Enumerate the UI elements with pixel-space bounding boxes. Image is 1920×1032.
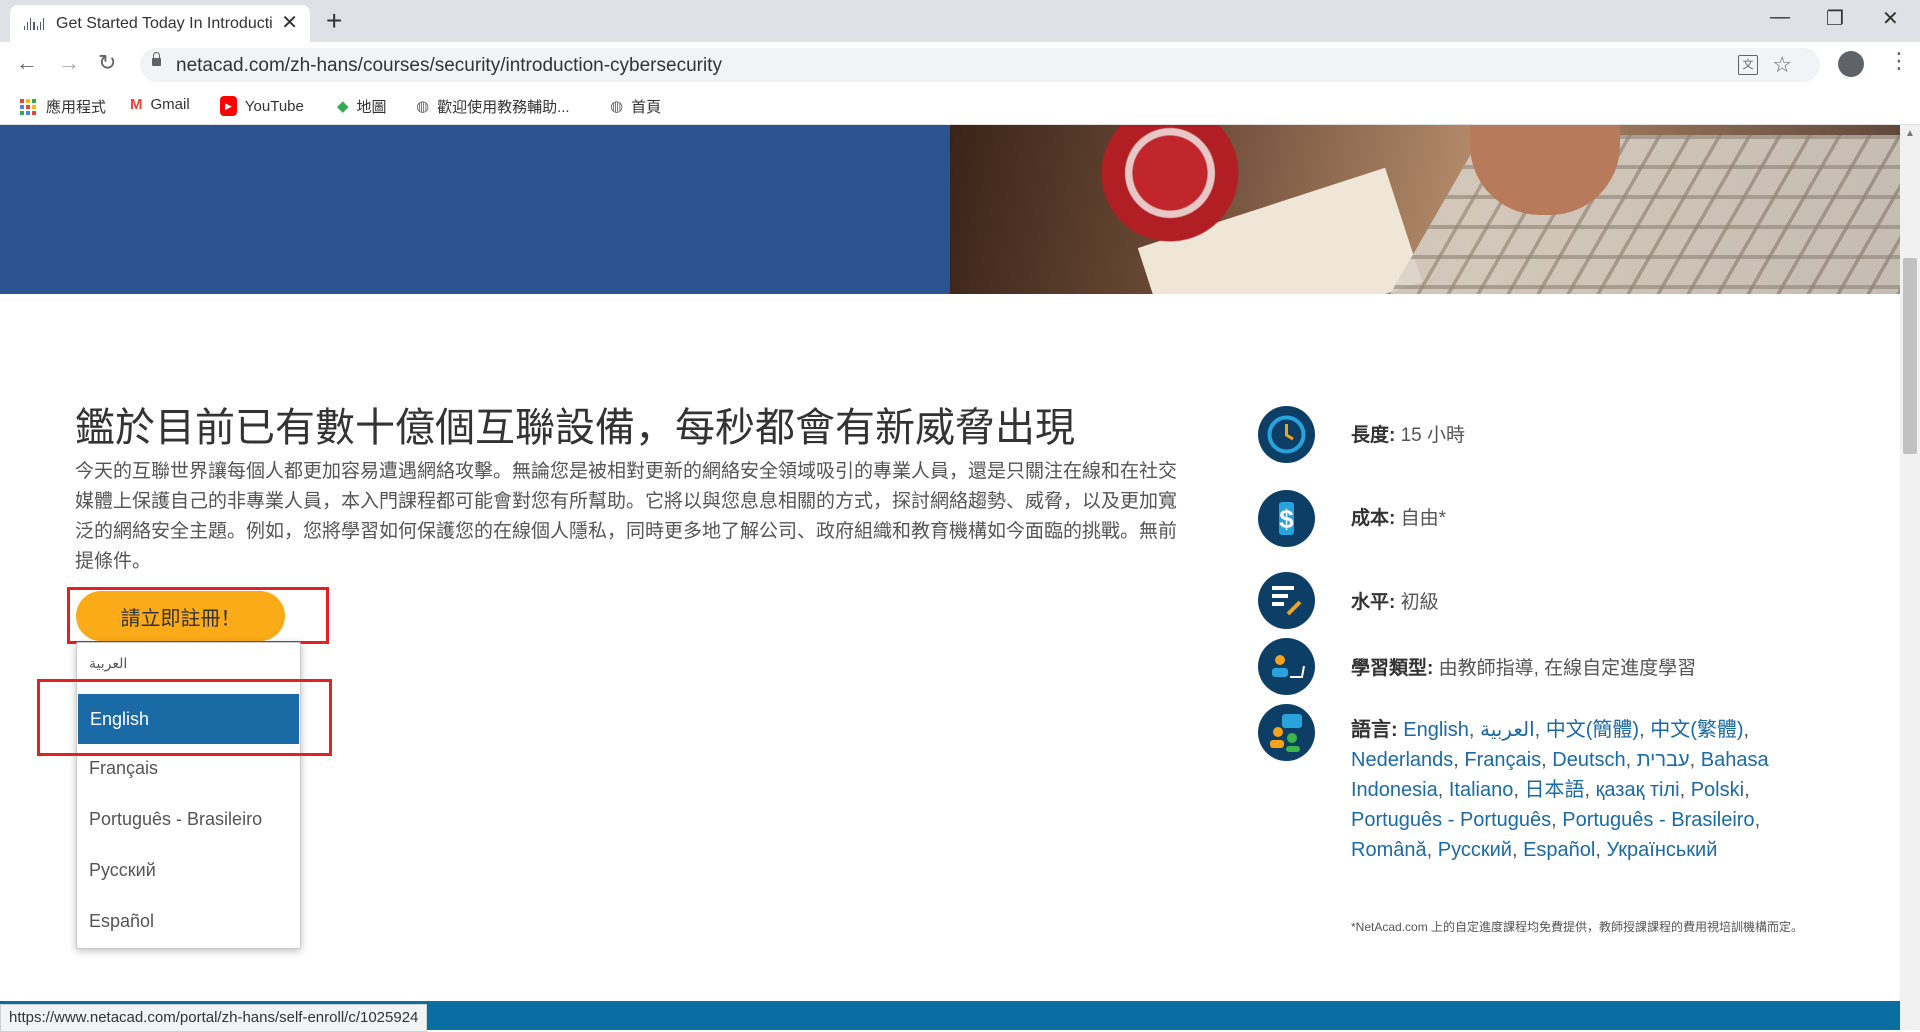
back-icon[interactable]: ← bbox=[16, 52, 38, 74]
language-link[interactable]: қазақ тілі bbox=[1596, 779, 1680, 801]
language-option[interactable]: Русский bbox=[77, 860, 300, 881]
apps-grid-icon bbox=[20, 98, 36, 115]
youtube-icon: ▶ bbox=[220, 96, 237, 116]
profile-avatar-icon[interactable] bbox=[1838, 51, 1864, 77]
course-description: 今天的互聯世界讓每個人都更加容易遭遇網絡攻擊。無論您是被相對更新的網絡安全領域吸… bbox=[75, 461, 1178, 572]
toolbar: ← → ↻ netacad.com/zh-hans/courses/securi… bbox=[0, 42, 1920, 86]
language-option[interactable]: Español bbox=[77, 911, 300, 932]
globe-icon: ◍ bbox=[416, 97, 430, 115]
level-label: 水平: bbox=[1351, 592, 1396, 613]
lock-icon bbox=[152, 52, 161, 66]
scrollbar-thumb[interactable] bbox=[1903, 258, 1917, 454]
language-link[interactable]: עברית bbox=[1637, 749, 1690, 771]
maximize-icon[interactable]: ❐ bbox=[1826, 6, 1844, 31]
cost-value: 自由* bbox=[1400, 508, 1447, 529]
language-link[interactable]: Português - Brasileiro bbox=[1562, 809, 1754, 831]
clock-icon bbox=[1258, 406, 1315, 463]
language-link[interactable]: 中文(繁體) bbox=[1650, 719, 1743, 741]
language-link[interactable]: Український bbox=[1606, 839, 1717, 861]
level-value: 初級 bbox=[1400, 592, 1439, 613]
bookmark-label: 首頁 bbox=[631, 99, 662, 116]
bookmark-star-icon[interactable]: ☆ bbox=[1772, 52, 1792, 78]
reload-icon[interactable]: ↻ bbox=[98, 52, 116, 74]
length-label: 長度: bbox=[1351, 425, 1396, 446]
language-link[interactable]: 中文(簡體) bbox=[1546, 719, 1639, 741]
bookmark-youtube[interactable]: ▶ YouTube bbox=[220, 96, 304, 116]
tab-strip: Get Started Today In Introducti ✕ + — ❐ … bbox=[0, 0, 1920, 42]
language-link[interactable]: Español bbox=[1523, 839, 1595, 861]
language-link[interactable]: Polski bbox=[1691, 779, 1744, 801]
bookmark-gmail[interactable]: M Gmail bbox=[130, 96, 190, 113]
close-window-icon[interactable]: ✕ bbox=[1882, 6, 1899, 31]
language-link[interactable]: Nederlands bbox=[1351, 749, 1453, 771]
cost-row: 成本: 自由* bbox=[1351, 503, 1446, 530]
bookmark-apps[interactable]: 應用程式 bbox=[20, 96, 106, 117]
languages-list: 語言: English, العربية, 中文(簡體), 中文(繁體), Ne… bbox=[1351, 719, 1769, 861]
status-url: https://www.netacad.com/portal/zh-hans/s… bbox=[0, 1004, 428, 1032]
language-option[interactable]: Français bbox=[77, 758, 300, 779]
language-link[interactable]: Română bbox=[1351, 839, 1427, 861]
language-option[interactable]: Português - Brasileiro bbox=[77, 809, 300, 830]
language-link[interactable]: Português - Português bbox=[1351, 809, 1551, 831]
language-link[interactable]: English bbox=[1403, 719, 1469, 741]
close-tab-icon[interactable]: ✕ bbox=[281, 13, 298, 33]
type-label: 學習類型: bbox=[1351, 658, 1434, 679]
cisco-icon bbox=[24, 17, 44, 30]
language-link[interactable]: العربية bbox=[1480, 719, 1535, 741]
new-tab-icon[interactable]: + bbox=[326, 7, 342, 35]
globe-icon: ◍ bbox=[610, 97, 624, 115]
language-link[interactable]: Русский bbox=[1438, 839, 1512, 861]
language-link[interactable]: 日本語 bbox=[1525, 779, 1585, 801]
bookmark-label: 應用程式 bbox=[46, 99, 107, 116]
forward-icon[interactable]: → bbox=[58, 52, 80, 74]
languages-label: 語言: bbox=[1351, 719, 1398, 741]
length-value: 15 小時 bbox=[1400, 425, 1466, 446]
bookmark-label: 歡迎使用教務輔助... bbox=[437, 99, 570, 116]
svg-text:$: $ bbox=[1279, 504, 1294, 534]
hero-banner bbox=[0, 125, 950, 294]
page-title: 鑑於目前已有數十億個互聯設備，每秒都會有新威脅出現 bbox=[75, 406, 1075, 450]
bookmarks-bar: 應用程式 M Gmail ▶ YouTube ◆ 地圖 ◍ 歡迎使用教務輔助..… bbox=[0, 86, 1920, 125]
browser-tab[interactable]: Get Started Today In Introducti ✕ bbox=[10, 5, 310, 42]
learning-type-icon bbox=[1258, 638, 1315, 695]
tab-title: Get Started Today In Introducti bbox=[56, 14, 273, 32]
address-bar[interactable]: netacad.com/zh-hans/courses/security/int… bbox=[140, 48, 1820, 82]
language-icon bbox=[1258, 704, 1315, 761]
language-link[interactable]: Français bbox=[1464, 749, 1541, 771]
bookmark-label: YouTube bbox=[244, 97, 304, 115]
register-button[interactable]: 請立即註冊！ bbox=[76, 591, 285, 641]
bookmark-home[interactable]: ◍ 首頁 bbox=[610, 96, 661, 117]
bookmark-label: 地圖 bbox=[356, 99, 387, 116]
bookmark-maps[interactable]: ◆ 地圖 bbox=[337, 96, 387, 117]
minimize-icon[interactable]: — bbox=[1770, 6, 1790, 29]
translate-icon[interactable]: 文 bbox=[1738, 55, 1758, 75]
type-value: 由教師指導, 在線自定進度學習 bbox=[1438, 658, 1697, 679]
url-text: netacad.com/zh-hans/courses/security/int… bbox=[176, 55, 722, 76]
length-row: 長度: 15 小時 bbox=[1351, 420, 1465, 447]
scroll-up-icon[interactable]: ▲ bbox=[1905, 128, 1915, 139]
language-link[interactable]: Deutsch bbox=[1552, 749, 1625, 771]
bookmark-label: Gmail bbox=[150, 96, 190, 113]
language-link[interactable]: Italiano bbox=[1449, 779, 1514, 801]
level-row: 水平: 初級 bbox=[1351, 587, 1439, 614]
level-icon bbox=[1258, 572, 1315, 629]
menu-kebab-icon[interactable]: ⋮ bbox=[1888, 50, 1910, 72]
cost-label: 成本: bbox=[1351, 508, 1396, 529]
language-dropdown[interactable]: العربية English Français Português - Bra… bbox=[76, 642, 301, 949]
dollar-icon: $ bbox=[1258, 490, 1315, 547]
language-option-selected[interactable]: English bbox=[78, 694, 299, 744]
pricing-note: *NetAcad.com 上的自定進度課程均免費提供，教師授課課程的費用視培訓機… bbox=[1351, 920, 1804, 934]
maps-icon: ◆ bbox=[337, 97, 349, 115]
hero-image bbox=[950, 125, 1900, 294]
learning-type-row: 學習類型: 由教師指導, 在線自定進度學習 bbox=[1351, 653, 1696, 680]
bookmark-welcome[interactable]: ◍ 歡迎使用教務輔助... bbox=[416, 96, 570, 117]
gmail-icon: M bbox=[130, 95, 143, 113]
language-option[interactable]: العربية bbox=[77, 655, 300, 672]
